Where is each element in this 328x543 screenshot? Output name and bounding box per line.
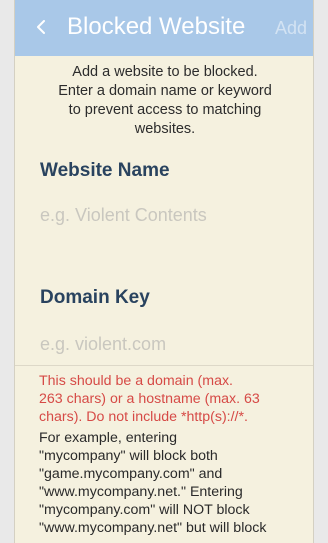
domain-key-input[interactable]	[40, 329, 290, 359]
domain-example-text: For example, entering "mycompany" will b…	[39, 429, 301, 537]
add-button[interactable]: Add	[275, 17, 307, 39]
example-line-1: For example, entering	[39, 430, 178, 446]
section-divider	[15, 365, 313, 366]
top-app-bar: Blocked Website Add	[15, 0, 313, 56]
warning-line-2: 263 chars) or a hostname (max. 63	[39, 391, 260, 407]
domain-help-text: This should be a domain (max. 263 chars)…	[39, 372, 301, 537]
website-name-label: Website Name	[40, 160, 170, 181]
instructions-line-1: Add a website to be blocked.	[72, 64, 258, 80]
example-line-5: "mycompany.com" will NOT block	[39, 502, 250, 518]
blocked-website-screen: Blocked Website Add Add a website to be …	[14, 0, 314, 543]
warning-line-1: This should be a domain (max.	[39, 373, 233, 389]
example-line-4: "www.mycompany.net." Entering	[39, 484, 243, 500]
instructions-text: Add a website to be blocked. Enter a dom…	[33, 63, 297, 139]
instructions-line-3: to prevent access to matching	[68, 102, 262, 118]
website-name-input[interactable]	[40, 200, 290, 230]
page-title: Blocked Website	[67, 13, 246, 40]
instructions-line-2: Enter a domain name or keyword	[58, 83, 272, 99]
chevron-left-icon	[37, 20, 45, 34]
example-line-6: "www.mycompany.net" but will block	[39, 520, 267, 536]
domain-key-label: Domain Key	[40, 287, 150, 308]
back-button[interactable]	[33, 16, 51, 40]
instructions-line-4: websites.	[134, 121, 196, 137]
domain-warning-text: This should be a domain (max. 263 chars)…	[39, 372, 301, 426]
warning-line-3: chars). Do not include *http(s)://*.	[39, 409, 248, 425]
example-line-3: "game.mycompany.com" and	[39, 466, 223, 482]
example-line-2: "mycompany" will block both	[39, 448, 218, 464]
